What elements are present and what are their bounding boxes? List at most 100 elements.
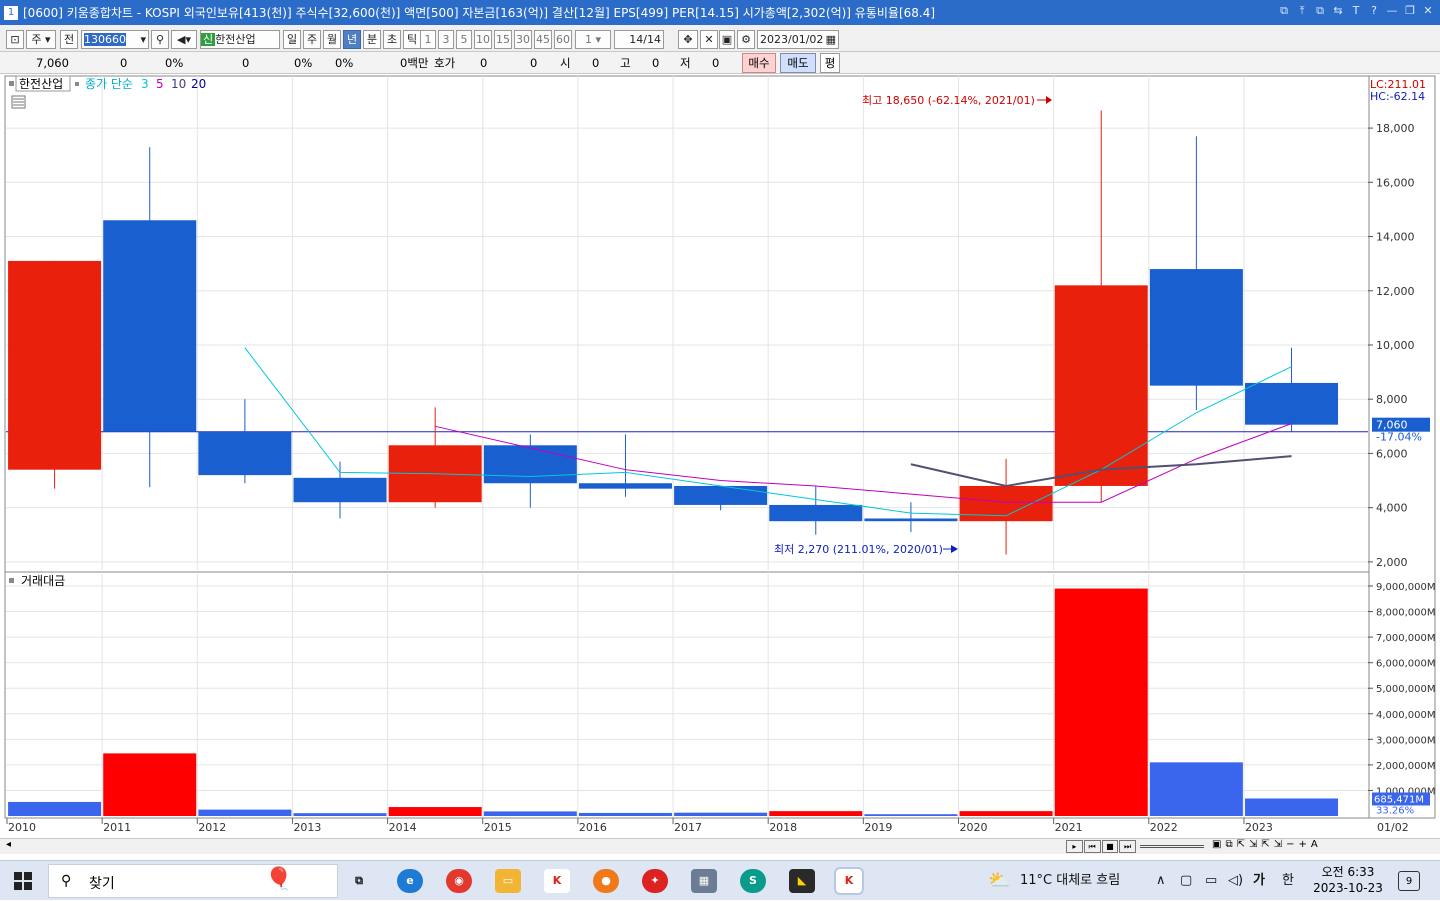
restore-icon[interactable]: ⧉ [1278, 4, 1290, 18]
tool-icon[interactable]: ✥ [678, 30, 698, 49]
maximize-button[interactable]: ❐ [1404, 4, 1416, 18]
kiwoom-hero-icon[interactable]: K [544, 869, 570, 893]
volume-bar[interactable] [769, 811, 863, 816]
period-button-4[interactable]: 분 [363, 30, 381, 49]
volume-bar[interactable] [483, 811, 577, 816]
sound-icon[interactable]: ◀▾ [171, 30, 197, 49]
volume-bar[interactable] [8, 801, 102, 816]
minute-button-0[interactable]: 1 [420, 30, 436, 49]
taskbar-search-box[interactable]: ⚲ 찾기 🎈 [48, 864, 338, 898]
count-select[interactable]: 1 ▾ [575, 30, 611, 49]
mode-select[interactable]: 주 ▾ [26, 30, 56, 49]
windows-start-icon[interactable] [14, 872, 32, 890]
volume-bar[interactable] [864, 814, 958, 816]
view-tools-icon[interactable]: ▣⧉⇱⇲⇱⇲−+A [1212, 839, 1322, 850]
volume-bar[interactable] [388, 807, 482, 816]
app-teal-icon[interactable]: S [740, 869, 766, 893]
stock-code-input[interactable]: 130660 ▾ [81, 30, 149, 49]
candle-body[interactable] [1054, 285, 1148, 486]
layout-icon[interactable]: ⊡ [6, 30, 24, 49]
volume-bar[interactable] [1149, 762, 1243, 816]
candle-body[interactable] [769, 504, 863, 522]
font-icon[interactable]: T [1350, 4, 1362, 18]
buy-button[interactable]: 매수 [742, 53, 776, 73]
cross-icon[interactable]: ✕ [700, 30, 718, 49]
weather-icon[interactable]: ⛅ [988, 861, 1010, 901]
minute-button-7[interactable]: 60 [554, 30, 572, 49]
date-input[interactable]: 2023/01/02 ▦ [757, 30, 839, 49]
volume-icon[interactable]: ◁) [1228, 861, 1243, 901]
zoom-slider[interactable] [1140, 845, 1204, 848]
minute-button-3[interactable]: 10 [474, 30, 492, 49]
candle-body[interactable] [674, 485, 768, 505]
volume-bar[interactable] [1054, 588, 1148, 816]
settings-gear-icon[interactable]: ⚙ [737, 30, 755, 49]
sell-button[interactable]: 매도 [780, 53, 816, 73]
calculator-icon[interactable]: ▦ [691, 869, 717, 893]
volume-bar[interactable] [674, 812, 768, 816]
search-icon[interactable]: ⚲ [151, 30, 169, 49]
stock-name-field[interactable]: 신 한전산업 [200, 30, 280, 49]
tile-icon[interactable]: ⧉ [1314, 4, 1326, 18]
volume-bar[interactable] [103, 753, 197, 816]
help-icon[interactable]: ? [1368, 4, 1380, 18]
minimize-button[interactable]: — [1386, 4, 1398, 18]
scroll-stop-icon[interactable]: ■ [1101, 840, 1119, 853]
scroll-left-icon[interactable]: ◂ [6, 839, 11, 850]
minute-button-1[interactable]: 3 [438, 30, 454, 49]
minute-button-5[interactable]: 30 [514, 30, 532, 49]
minute-button-4[interactable]: 15 [494, 30, 512, 49]
scroll-first-icon[interactable]: ⏮ [1083, 840, 1101, 853]
scroll-last-icon[interactable]: ⏭ [1119, 840, 1136, 853]
tray-chevron-icon[interactable]: ∧ [1156, 861, 1166, 901]
average-button[interactable]: 평 [820, 53, 840, 73]
app-red-icon[interactable]: ✦ [642, 869, 668, 893]
clock-date[interactable]: 2023-10-23 [1311, 881, 1385, 895]
scroll-next-icon[interactable]: ▸ [1066, 840, 1083, 853]
volume-bar[interactable] [578, 812, 672, 816]
save-icon[interactable]: ▣ [719, 30, 735, 49]
candle-body[interactable] [864, 518, 958, 522]
display-icon[interactable]: ▭ [1205, 861, 1217, 901]
period-button-5[interactable]: 초 [383, 30, 401, 49]
candle-body[interactable] [103, 220, 197, 432]
ime-mode-1[interactable]: 가 [1253, 861, 1265, 901]
chart-area[interactable]: 18,000 16,000 14,000 12,000 10,000 8,000 6,000… [0, 74, 1440, 838]
period-button-6[interactable]: 틱 [403, 30, 421, 49]
candle-body[interactable] [293, 477, 387, 503]
period-button-2[interactable]: 월 [323, 30, 341, 49]
candle-body[interactable] [1149, 269, 1243, 386]
kiwoom-active-icon[interactable]: K [834, 867, 864, 895]
sticky-notes-icon[interactable]: ◣ [789, 869, 815, 893]
volume-bar[interactable] [959, 811, 1053, 816]
network-icon[interactable]: ▢ [1180, 861, 1192, 901]
volume-bar[interactable] [198, 809, 292, 816]
candle-body[interactable] [198, 431, 292, 476]
volume-bar[interactable] [1245, 798, 1339, 816]
period-button-1[interactable]: 주 [303, 30, 321, 49]
close-button[interactable]: ✕ [1422, 4, 1434, 18]
candle-body[interactable] [483, 445, 577, 484]
swap-icon[interactable]: ⇆ [1332, 4, 1344, 18]
range-field[interactable]: 14/14 [614, 30, 664, 49]
file-explorer-icon[interactable]: ▭ [495, 869, 521, 893]
chart-scrollbar[interactable]: ◂ ▸ ⏮ ■ ⏭ ▣⧉⇱⇲⇱⇲−+A [0, 838, 1440, 854]
all-button[interactable]: 전 [60, 30, 78, 49]
chart-svg[interactable]: 18,000 16,000 14,000 12,000 10,000 8,000 6,000… [0, 74, 1440, 838]
pin-icon[interactable]: ⤒ [1296, 4, 1308, 18]
candle-body[interactable] [8, 260, 102, 470]
period-button-0[interactable]: 일 [283, 30, 301, 49]
task-view-icon[interactable]: ⧉ [346, 869, 372, 893]
ime-mode-2[interactable]: 한 [1282, 861, 1294, 901]
chrome-browser-icon[interactable]: ◉ [446, 869, 472, 893]
notification-icon[interactable]: 9 [1398, 871, 1420, 891]
period-button-3[interactable]: 년 [343, 30, 361, 49]
minute-button-6[interactable]: 45 [534, 30, 552, 49]
candle-body[interactable] [578, 483, 672, 489]
clock-time[interactable]: 오전 6:33 [1318, 863, 1378, 880]
weather-text[interactable]: 11°C 대체로 흐림 [1020, 861, 1120, 901]
kakao-icon[interactable]: ● [593, 869, 619, 893]
volume-bar[interactable] [293, 813, 387, 816]
candle-body[interactable] [1245, 382, 1339, 425]
minute-button-2[interactable]: 5 [456, 30, 472, 49]
